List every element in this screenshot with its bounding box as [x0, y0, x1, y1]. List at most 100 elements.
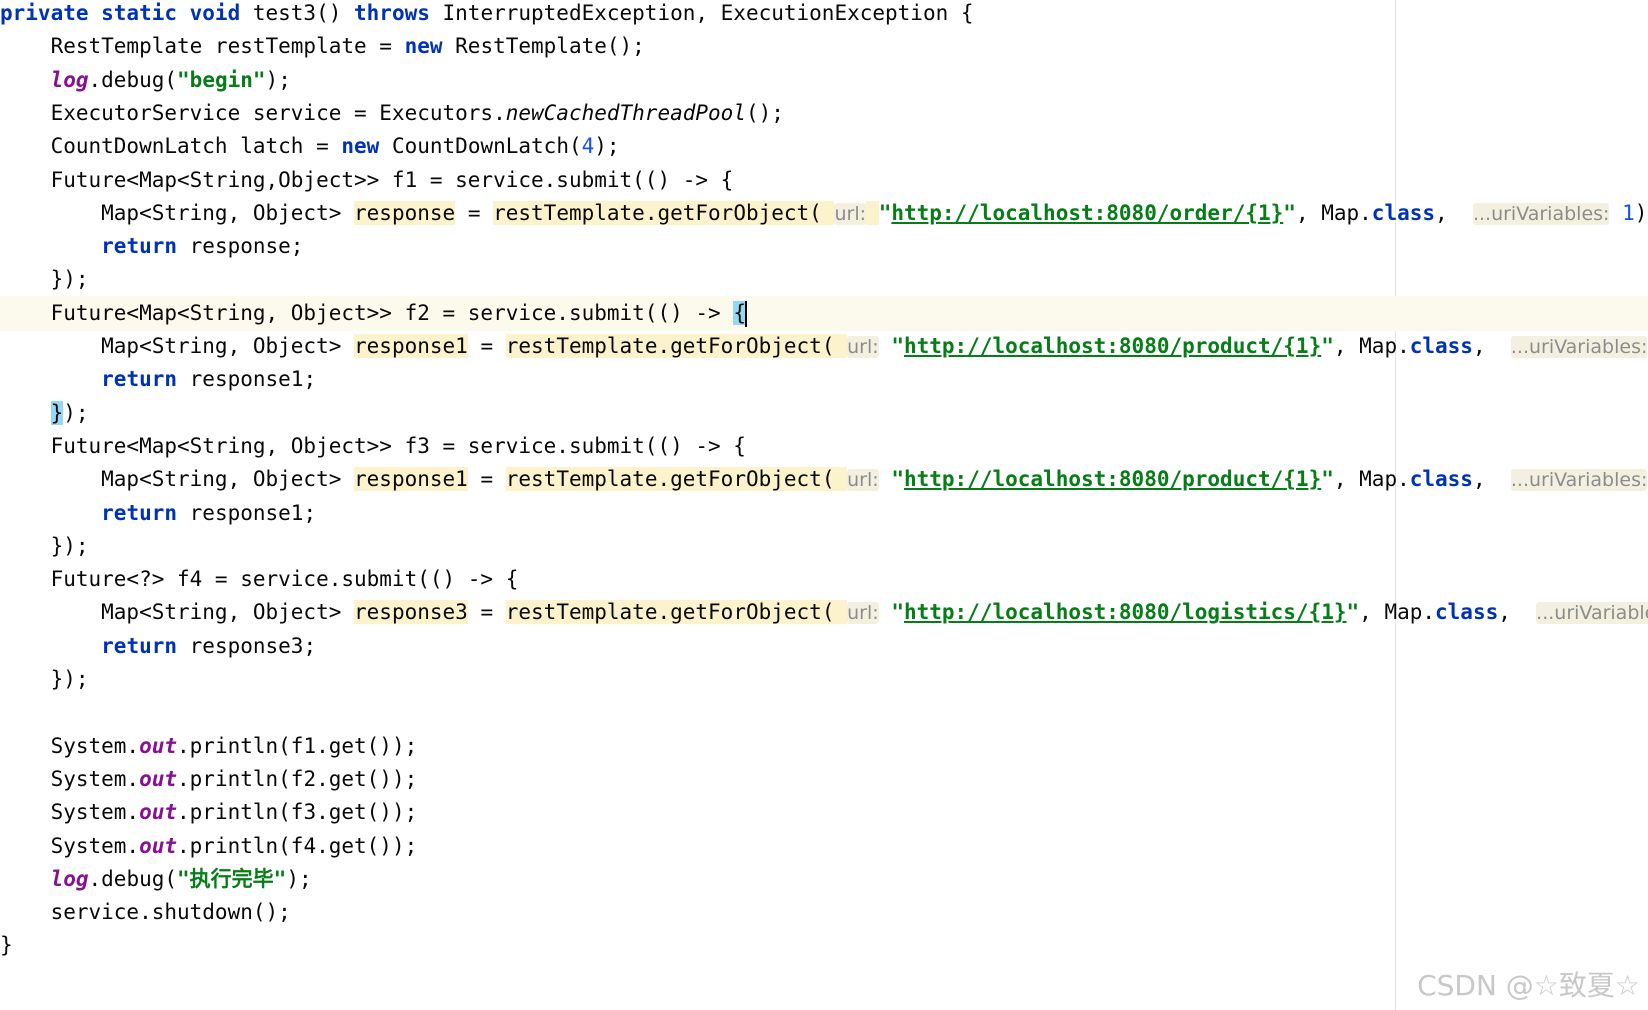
keyword-token: return: [101, 234, 178, 259]
code-token: .debug(: [88, 866, 178, 891]
keyword-token: class: [1409, 334, 1473, 358]
code-token: System.: [0, 733, 140, 758]
code-token: ,: [1472, 467, 1511, 492]
code-line[interactable]: }: [0, 928, 1648, 963]
code-line[interactable]: return response3;: [0, 629, 1648, 664]
code-token: Future<Map<String, Object>> f2 = service…: [0, 300, 734, 325]
code-token: ();: [745, 100, 784, 125]
code-token: .println(f4.get());: [177, 833, 418, 858]
parameter-hint: url:: [847, 336, 879, 358]
code-token: [866, 200, 879, 225]
code-token: ,: [1472, 334, 1511, 358]
code-token: InterruptedException, ExecutionException…: [429, 1, 974, 25]
code-token: response: [354, 200, 456, 225]
code-token: System.: [0, 833, 140, 858]
parameter-hint: url:: [847, 602, 879, 625]
code-token: service.shutdown();: [0, 900, 291, 925]
code-line[interactable]: return response1;: [0, 496, 1648, 531]
code-token: .println(f2.get());: [177, 766, 418, 791]
code-line[interactable]: log.debug("begin");: [0, 63, 1648, 98]
string-token: "begin": [177, 67, 266, 92]
code-token: Map<String, Object>: [0, 200, 355, 225]
code-token: out: [139, 766, 178, 791]
code-line[interactable]: Future<?> f4 = service.submit(() -> {: [0, 562, 1648, 597]
code-line[interactable]: });: [0, 262, 1648, 297]
string-token: ": [891, 600, 904, 625]
code-line[interactable]: });: [0, 662, 1648, 697]
code-token: ,: [1435, 200, 1473, 225]
code-line[interactable]: log.debug("执行完毕");: [0, 862, 1648, 897]
code-token: CountDownLatch(: [379, 134, 582, 159]
code-token: Future<Map<String, Object>> f3 = service…: [0, 433, 746, 458]
code-token: =: [455, 200, 494, 225]
code-line[interactable]: System.out.println(f4.get());: [0, 829, 1648, 864]
parameter-hint: url:: [834, 202, 867, 225]
keyword-token: return: [101, 500, 178, 525]
code-line[interactable]: return response;: [0, 229, 1648, 264]
code-line[interactable]: service.shutdown();: [0, 895, 1648, 930]
code-token: CountDownLatch latch =: [0, 134, 342, 159]
code-token: restTemplate.getForObject(: [505, 600, 848, 625]
code-line[interactable]: Future<Map<String, Object>> f3 = service…: [0, 429, 1648, 464]
code-editor[interactable]: private static void test3() throws Inter…: [0, 0, 1648, 1010]
code-token: =: [467, 600, 506, 625]
code-line[interactable]: Map<String, Object> response1 = restTemp…: [0, 329, 1648, 364]
code-token: .println(f3.get());: [177, 800, 418, 825]
code-line[interactable]: System.out.println(f2.get());: [0, 762, 1648, 797]
code-token: }: [0, 933, 13, 958]
code-token: .println(f1.get());: [177, 733, 418, 758]
code-line[interactable]: Map<String, Object> response = restTempl…: [0, 196, 1648, 231]
code-token: response1: [354, 467, 468, 492]
code-line[interactable]: });: [0, 529, 1648, 564]
code-token: response1;: [177, 500, 317, 525]
string-token: http://localhost:8080/order/{1}: [891, 200, 1284, 225]
code-token: , Map.: [1359, 600, 1436, 625]
parameter-hint: url:: [847, 469, 879, 492]
string-token: ": [1283, 200, 1296, 225]
code-line[interactable]: ExecutorService service = Executors.newC…: [0, 96, 1648, 131]
code-line[interactable]: System.out.println(f1.get());: [0, 729, 1648, 764]
string-token: http://localhost:8080/product/{1}: [903, 334, 1322, 358]
string-token: ": [891, 334, 904, 358]
code-line[interactable]: private static void test3() throws Inter…: [0, 0, 1648, 31]
keyword-token: return: [101, 367, 178, 392]
code-line[interactable]: RestTemplate restTemplate = new RestTemp…: [0, 29, 1648, 64]
keyword-token: throws: [354, 1, 430, 25]
code-token: Map<String, Object>: [0, 600, 355, 625]
code-line[interactable]: Map<String, Object> response1 = restTemp…: [0, 462, 1648, 497]
string-token: http://localhost:8080/logistics/{1}: [903, 600, 1347, 625]
code-line[interactable]: Map<String, Object> response3 = restTemp…: [0, 595, 1648, 630]
code-line[interactable]: Future<Map<String, Object>> f2 = service…: [0, 295, 1648, 331]
code-token: restTemplate.getForObject(: [505, 334, 848, 358]
string-token: http://localhost:8080/product/{1}: [903, 467, 1322, 492]
code-token: Future<Map<String,Object>> f1 = service.…: [0, 167, 734, 192]
code-token: restTemplate.getForObject(: [505, 467, 848, 492]
code-line[interactable]: System.out.println(f3.get());: [0, 795, 1648, 830]
code-token: });: [0, 267, 89, 292]
code-line[interactable]: [0, 695, 1648, 730]
code-token: log: [50, 866, 89, 891]
code-token: RestTemplate restTemplate =: [0, 34, 405, 59]
code-token: out: [139, 833, 178, 858]
code-token: .debug(: [88, 67, 178, 92]
keyword-token: new: [404, 34, 443, 59]
parameter-hint: ...uriVariables:: [1472, 202, 1610, 225]
code-token: System.: [0, 800, 140, 825]
code-line[interactable]: CountDownLatch latch = new CountDownLatc…: [0, 129, 1648, 164]
code-token: =: [467, 334, 506, 358]
code-line[interactable]: Future<Map<String,Object>> f1 = service.…: [0, 163, 1648, 198]
parameter-hint: ...uriVariables:: [1510, 336, 1648, 358]
code-token: Map<String, Object>: [0, 467, 355, 492]
code-line[interactable]: });: [0, 396, 1648, 431]
code-token: );: [63, 400, 89, 425]
code-line[interactable]: return response1;: [0, 362, 1648, 397]
code-token: );: [286, 866, 312, 891]
string-token: ": [891, 467, 904, 492]
keyword-token: new: [341, 134, 380, 159]
string-token: ": [1321, 334, 1334, 358]
